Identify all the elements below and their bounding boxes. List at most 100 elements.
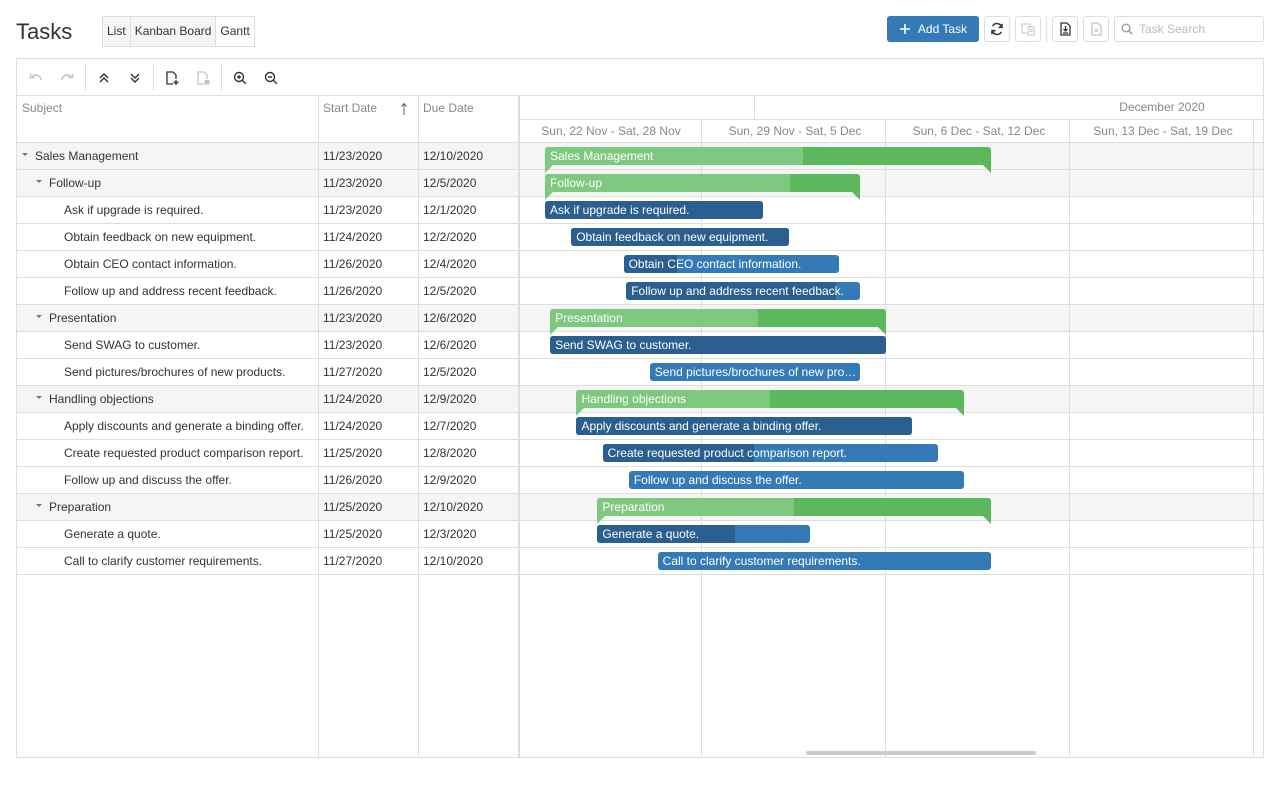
cell-start-date: 11/26/2020 <box>323 284 383 298</box>
redo-button[interactable] <box>55 66 79 90</box>
cell-subject: Obtain CEO contact information. <box>64 251 313 278</box>
cell-due-date: 12/2/2020 <box>423 230 477 244</box>
cell-start-date: 11/24/2020 <box>323 230 383 244</box>
cell-subject: Preparation <box>36 494 313 521</box>
task-bar[interactable]: Obtain CEO contact information. <box>623 255 839 273</box>
task-bar-label: Handling objections <box>581 392 687 406</box>
export-document-icon <box>1060 22 1071 36</box>
add-task-toolbar-button[interactable] <box>160 66 184 90</box>
view-tab-kanban-board[interactable]: Kanban Board <box>131 17 217 46</box>
gantt-container: Subject Start Date Due Date December 202… <box>16 58 1264 758</box>
cell-start-date: 11/23/2020 <box>323 203 383 217</box>
cell-subject: Handling objections <box>36 386 313 413</box>
collapse-caret-icon[interactable] <box>36 504 42 508</box>
collapse-caret-icon[interactable] <box>36 315 42 319</box>
cell-subject-text: Send pictures/brochures of new products. <box>64 365 286 379</box>
task-bar[interactable]: Ask if upgrade is required. <box>545 201 763 219</box>
cell-start-date: 11/24/2020 <box>323 419 383 433</box>
refresh-icon <box>991 22 1003 36</box>
zoom-in-button[interactable] <box>228 66 252 90</box>
cell-subject: Sales Management <box>22 143 313 170</box>
cell-start-date: 11/25/2020 <box>323 527 383 541</box>
task-bar[interactable]: Send pictures/brochures of new products. <box>649 363 860 381</box>
cell-start-date: 11/23/2020 <box>323 338 383 352</box>
cell-subject: Send SWAG to customer. <box>64 332 313 359</box>
cell-start-date: 11/25/2020 <box>323 500 383 514</box>
cell-subject-text: Apply discounts and generate a binding o… <box>64 419 304 433</box>
toolbar-separator <box>85 64 86 91</box>
summary-task-bar[interactable]: Sales Management <box>545 147 991 165</box>
task-bar-label: Follow up and discuss the offer. <box>633 473 802 487</box>
zoom-in-icon <box>233 71 247 85</box>
cell-due-date: 12/4/2020 <box>423 257 477 271</box>
view-tab-gantt[interactable]: Gantt <box>216 17 254 46</box>
cell-due-date: 12/5/2020 <box>423 284 477 298</box>
delete-task-toolbar-button[interactable] <box>191 66 215 90</box>
cell-subject: Create requested product comparison repo… <box>64 440 313 467</box>
export-button[interactable] <box>1052 16 1078 42</box>
task-search-input[interactable] <box>1139 22 1259 36</box>
task-bar[interactable]: Call to clarify customer requirements. <box>657 552 991 570</box>
task-bar-label: Sales Management <box>550 149 654 163</box>
column-header-subject[interactable]: Subject <box>17 96 318 142</box>
cell-subject: Apply discounts and generate a binding o… <box>64 413 313 440</box>
column-chooser-button[interactable] <box>1015 16 1041 42</box>
cell-subject: Generate a quote. <box>64 521 313 548</box>
task-bar[interactable]: Follow up and discuss the offer. <box>628 471 965 489</box>
view-tab-list[interactable]: List <box>103 17 131 46</box>
week-header: Sun, 13 Dec - Sat, 19 Dec <box>1093 124 1233 138</box>
cell-subject-text: Presentation <box>49 311 117 325</box>
collapse-caret-icon[interactable] <box>36 396 42 400</box>
zoom-out-button[interactable] <box>259 66 283 90</box>
delete-button[interactable] <box>1083 16 1109 42</box>
task-search[interactable] <box>1114 16 1264 42</box>
expand-all-button[interactable] <box>123 66 147 90</box>
cell-due-date: 12/6/2020 <box>423 311 477 325</box>
cell-subject-text: Sales Management <box>35 149 139 163</box>
summary-start-marker <box>545 192 553 200</box>
cell-subject-text: Obtain CEO contact information. <box>64 257 237 271</box>
summary-task-bar[interactable]: Preparation <box>597 498 991 516</box>
collapse-caret-icon[interactable] <box>22 153 28 157</box>
cell-subject-text: Call to clarify customer requirements. <box>64 554 263 568</box>
cell-due-date: 12/10/2020 <box>423 149 484 163</box>
task-bar[interactable]: Generate a quote. <box>597 525 810 543</box>
add-task-button[interactable]: Add Task <box>887 16 979 42</box>
summary-start-marker <box>597 516 606 524</box>
task-bar-label: Obtain CEO contact information. <box>628 257 802 271</box>
task-bar[interactable]: Follow up and address recent feedback. <box>626 282 860 300</box>
cell-start-date: 11/27/2020 <box>323 554 383 568</box>
week-gridline <box>1253 119 1254 757</box>
zoom-out-icon <box>264 71 278 85</box>
cell-start-date: 11/26/2020 <box>323 473 383 487</box>
summary-task-bar[interactable]: Presentation <box>550 309 886 327</box>
page-title: Tasks <box>16 19 73 44</box>
splitter[interactable] <box>518 96 520 757</box>
add-task-label: Add Task <box>917 22 968 36</box>
cell-subject: Send pictures/brochures of new products. <box>64 359 313 386</box>
task-bar-label: Follow up and address recent feedback. <box>631 284 845 298</box>
column-header-start-date[interactable]: Start Date <box>318 96 418 142</box>
cell-start-date: 11/26/2020 <box>323 257 383 271</box>
summary-task-bar[interactable]: Follow-up <box>545 174 860 192</box>
cell-start-date: 11/24/2020 <box>323 392 383 406</box>
horizontal-scrollbar[interactable] <box>806 751 1036 755</box>
cell-due-date: 12/1/2020 <box>423 203 477 217</box>
task-bar-label: Presentation <box>555 311 623 325</box>
task-bar[interactable]: Obtain feedback on new equipment. <box>571 228 789 246</box>
refresh-button[interactable] <box>984 16 1010 42</box>
column-header-due-date[interactable]: Due Date <box>418 96 518 142</box>
cell-due-date: 12/8/2020 <box>423 446 477 460</box>
task-bar[interactable]: Apply discounts and generate a binding o… <box>576 417 912 435</box>
cell-subject-text: Generate a quote. <box>64 527 161 541</box>
collapse-all-button[interactable] <box>92 66 116 90</box>
delete-document-icon <box>197 71 210 85</box>
undo-button[interactable] <box>24 66 48 90</box>
collapse-caret-icon[interactable] <box>36 180 42 184</box>
week-gridline <box>1069 119 1070 757</box>
gantt-toolbar <box>17 59 1263 96</box>
cell-start-date: 11/23/2020 <box>323 176 383 190</box>
task-bar[interactable]: Create requested product comparison repo… <box>602 444 939 462</box>
summary-task-bar[interactable]: Handling objections <box>576 390 965 408</box>
task-bar[interactable]: Send SWAG to customer. <box>550 336 886 354</box>
